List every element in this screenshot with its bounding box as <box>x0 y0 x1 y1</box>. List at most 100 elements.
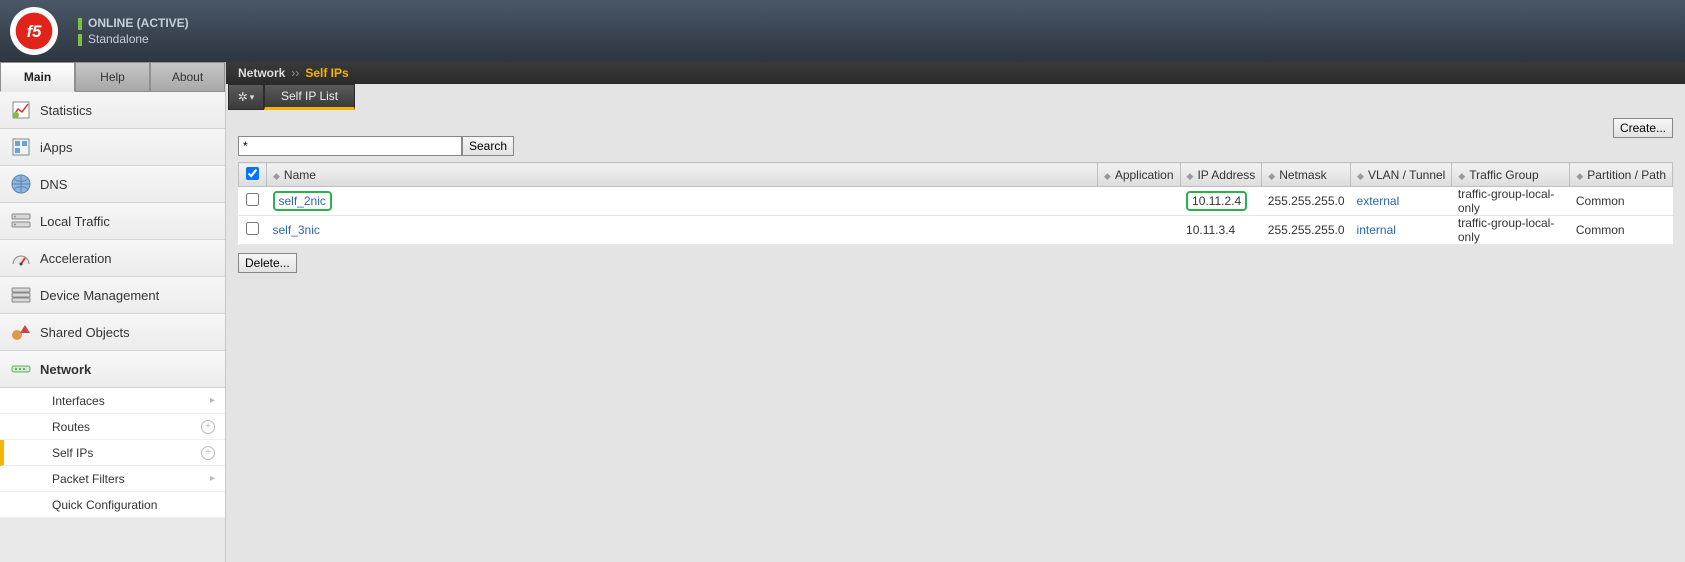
nav-label: DNS <box>40 177 67 192</box>
self-ip-name-link[interactable]: self_3nic <box>273 223 320 237</box>
nav-acceleration[interactable]: Acceleration <box>0 240 225 277</box>
application-value <box>1097 187 1180 216</box>
tab-help[interactable]: Help <box>75 62 150 92</box>
status-indicator-icon <box>78 18 82 30</box>
col-vlan-tunnel[interactable]: ◆VLAN / Tunnel <box>1351 163 1452 187</box>
network-submenu: Interfaces ▸ Routes + Self IPs + Packet Fil… <box>0 388 225 518</box>
globe-icon <box>10 173 32 195</box>
col-application[interactable]: ◆Application <box>1097 163 1180 187</box>
search-button[interactable]: Search <box>462 136 514 156</box>
table-row: self_3nic 10.11.3.4 255.255.255.0 internal t… <box>239 216 1673 245</box>
select-all-header[interactable] <box>239 163 267 187</box>
row-checkbox[interactable] <box>246 193 259 206</box>
sort-icon: ◆ <box>1268 171 1275 181</box>
sub-tab-bar: ✲ ▾ Self IP List <box>226 84 1685 114</box>
app-header: f5 ONLINE (ACTIVE) Standalone <box>0 0 1685 62</box>
shapes-icon <box>10 321 32 343</box>
nav-label: Local Traffic <box>40 214 110 229</box>
settings-menu-button[interactable]: ✲ ▾ <box>228 84 264 110</box>
nav-device-management[interactable]: Device Management <box>0 277 225 314</box>
col-netmask[interactable]: ◆Netmask <box>1262 163 1351 187</box>
chevron-down-icon: ▾ <box>250 92 255 103</box>
server-icon <box>10 210 32 232</box>
nav-statistics[interactable]: Statistics <box>0 92 225 129</box>
sort-icon: ◆ <box>1576 171 1583 181</box>
netmask-value: 255.255.255.0 <box>1262 216 1351 245</box>
subnav-label: Self IPs <box>52 446 93 460</box>
nav-label: iApps <box>40 140 73 155</box>
delete-button[interactable]: Delete... <box>238 253 297 273</box>
stack-icon <box>10 284 32 306</box>
sort-icon: ◆ <box>273 171 280 181</box>
nav-label: Network <box>40 362 91 377</box>
breadcrumb-section: Network <box>238 66 285 80</box>
chart-icon <box>10 99 32 121</box>
breadcrumb-separator-icon: ›› <box>291 66 299 80</box>
col-name[interactable]: ◆Name <box>267 163 1098 187</box>
top-tabs: Main Help About <box>0 62 225 92</box>
breadcrumb: Network ›› Self IPs <box>226 62 1685 84</box>
nav-label: Shared Objects <box>40 325 130 340</box>
self-ip-name-link[interactable]: self_2nic <box>273 191 332 211</box>
chevron-right-icon: ▸ <box>210 395 215 406</box>
sort-icon: ◆ <box>1187 171 1194 181</box>
col-partition-path[interactable]: ◆Partition / Path <box>1570 163 1673 187</box>
vlan-link[interactable]: internal <box>1357 223 1396 237</box>
create-button[interactable]: Create... <box>1613 118 1673 138</box>
tab-about[interactable]: About <box>150 62 225 92</box>
row-checkbox[interactable] <box>246 222 259 235</box>
col-traffic-group[interactable]: ◆Traffic Group <box>1452 163 1570 187</box>
subnav-label: Quick Configuration <box>52 498 157 512</box>
nav-shared-objects[interactable]: Shared Objects <box>0 314 225 351</box>
status-indicator-icon <box>78 34 82 46</box>
subnav-packet-filters[interactable]: Packet Filters ▸ <box>0 466 225 492</box>
f5-logo: f5 <box>10 7 58 55</box>
plus-icon[interactable]: + <box>201 446 215 460</box>
status-text-1: ONLINE (ACTIVE) <box>88 16 189 30</box>
subnav-self-ips[interactable]: Self IPs + <box>0 440 225 466</box>
partition-value: Common <box>1570 216 1673 245</box>
traffic-group-value: traffic-group-local-only <box>1452 187 1570 216</box>
ip-address-value: 10.11.2.4 <box>1186 191 1247 211</box>
gauge-icon <box>10 247 32 269</box>
partition-value: Common <box>1570 187 1673 216</box>
nav-label: Statistics <box>40 103 92 118</box>
chevron-right-icon: ▸ <box>210 473 215 484</box>
sort-icon: ◆ <box>1104 171 1111 181</box>
subnav-label: Packet Filters <box>52 472 125 486</box>
subnav-label: Interfaces <box>52 394 105 408</box>
nav-network[interactable]: Network <box>0 351 225 388</box>
col-ip-address[interactable]: ◆IP Address <box>1180 163 1262 187</box>
ip-address-value: 10.11.3.4 <box>1186 223 1235 237</box>
tab-self-ip-list[interactable]: Self IP List <box>264 84 355 110</box>
subnav-label: Routes <box>52 420 90 434</box>
nav-local-traffic[interactable]: Local Traffic <box>0 203 225 240</box>
breadcrumb-page: Self IPs <box>305 66 348 80</box>
subnav-quick-config[interactable]: Quick Configuration <box>0 492 225 518</box>
nav-label: Acceleration <box>40 251 112 266</box>
sort-icon: ◆ <box>1458 171 1465 181</box>
nav-label: Device Management <box>40 288 159 303</box>
application-value <box>1097 216 1180 245</box>
table-row: self_2nic 10.11.2.4 255.255.255.0 external t… <box>239 187 1673 216</box>
search-input[interactable] <box>238 136 462 156</box>
self-ip-table: ◆Name ◆Application ◆IP Address ◆Netmask … <box>238 162 1673 245</box>
netmask-value: 255.255.255.0 <box>1262 187 1351 216</box>
gear-icon: ✲ <box>238 90 248 104</box>
vlan-link[interactable]: external <box>1357 194 1400 208</box>
subnav-routes[interactable]: Routes + <box>0 414 225 440</box>
traffic-group-value: traffic-group-local-only <box>1452 216 1570 245</box>
nav-dns[interactable]: DNS <box>0 166 225 203</box>
network-icon <box>10 358 32 380</box>
sort-icon: ◆ <box>1357 171 1364 181</box>
status-text-2: Standalone <box>88 32 149 46</box>
plus-icon[interactable]: + <box>201 420 215 434</box>
left-sidebar: Main Help About Statistics iApps DNS Loc… <box>0 62 226 562</box>
tab-main[interactable]: Main <box>0 62 75 92</box>
main-content: Network ›› Self IPs ✲ ▾ Self IP List Cre… <box>226 62 1685 562</box>
apps-icon <box>10 136 32 158</box>
svg-text:f5: f5 <box>27 22 43 41</box>
subnav-interfaces[interactable]: Interfaces ▸ <box>0 388 225 414</box>
select-all-checkbox[interactable] <box>246 167 259 180</box>
nav-iapps[interactable]: iApps <box>0 129 225 166</box>
